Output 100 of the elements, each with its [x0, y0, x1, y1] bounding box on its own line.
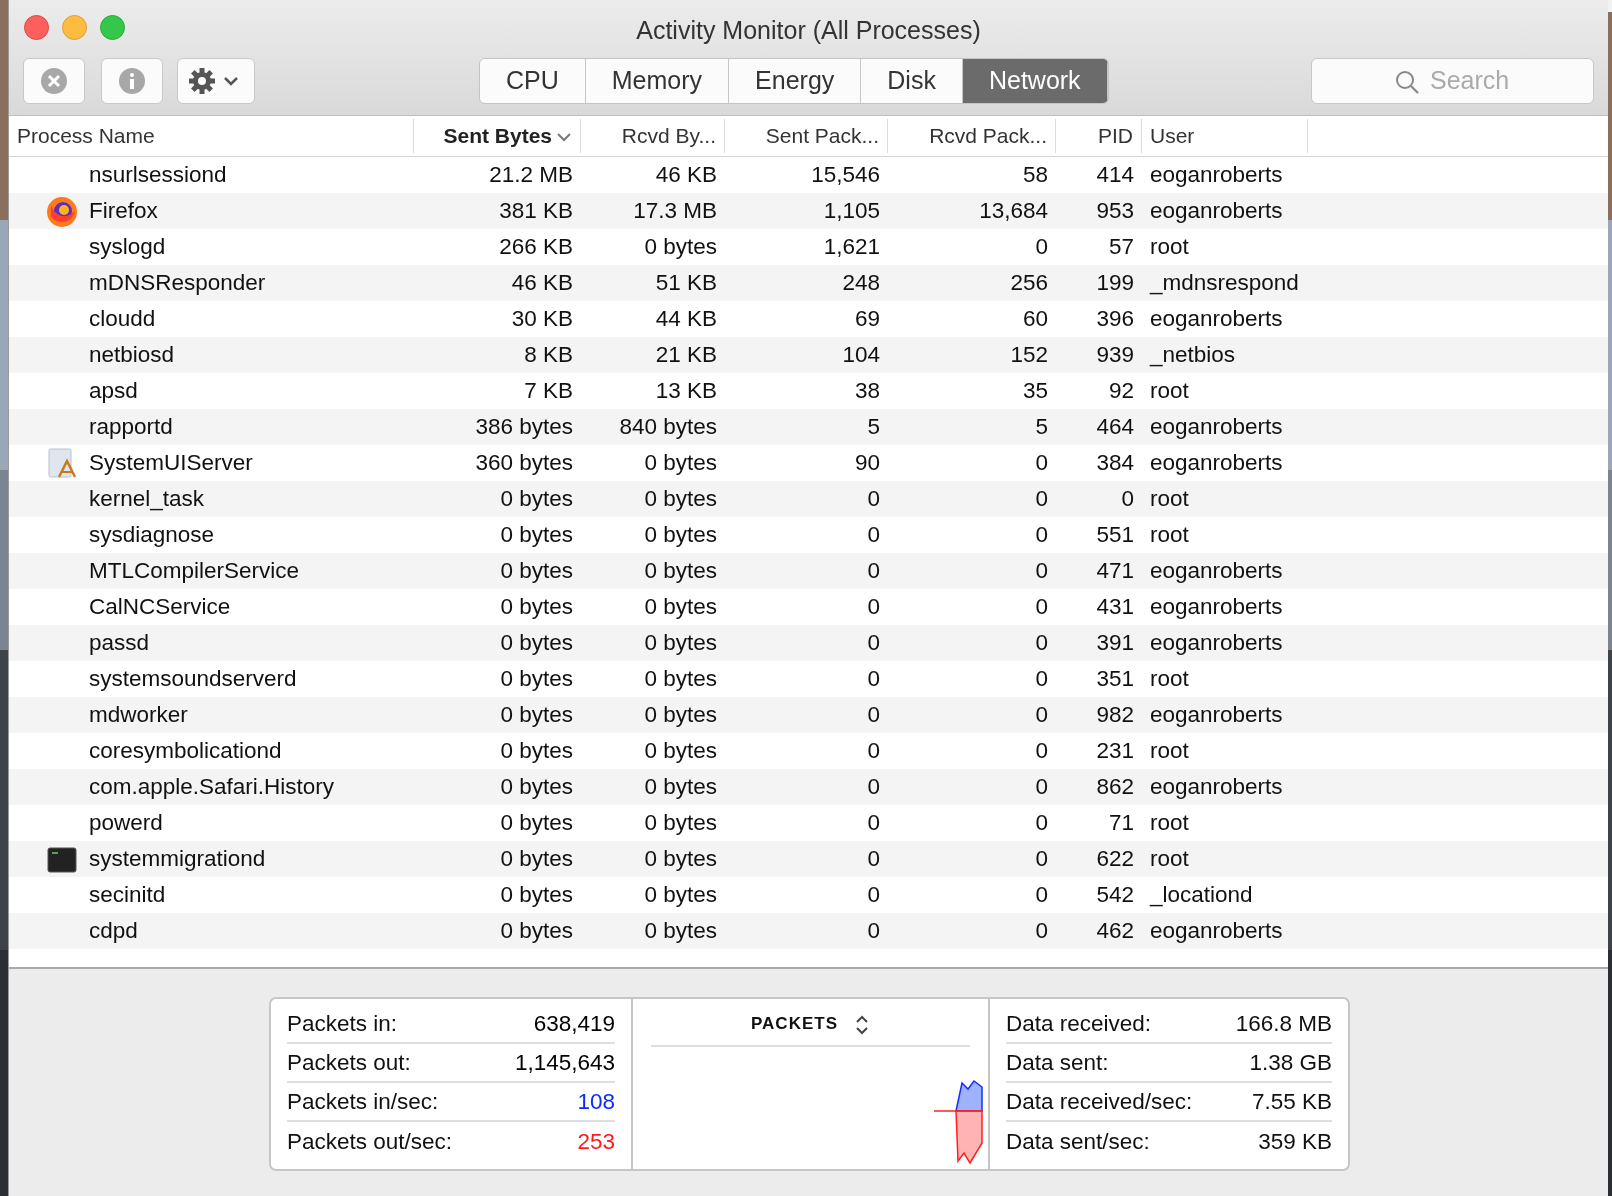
column-header[interactable]: PID	[1056, 119, 1142, 153]
table-cell-text: eoganroberts	[1149, 197, 1284, 226]
graph-title[interactable]: PACKETS	[751, 1014, 838, 1033]
close-button[interactable]	[24, 15, 49, 40]
table-cell-text: 44 KB	[654, 305, 718, 334]
table-cell-text: eoganroberts	[1149, 413, 1284, 442]
process-name[interactable]: nsurlsessiond	[89, 158, 227, 192]
process-name[interactable]: powerd	[89, 806, 163, 840]
stat-label: Data sent/sec:	[1006, 1127, 1150, 1156]
process-name[interactable]: syslogd	[89, 230, 166, 264]
process-name[interactable]: coresymbolicationd	[89, 734, 282, 768]
process-name[interactable]: systemsoundserverd	[89, 662, 297, 696]
column-header[interactable]: Sent Pack...	[725, 119, 888, 153]
table-cell-text: 0	[1034, 773, 1049, 802]
table-cell-text: 0	[866, 521, 881, 550]
table-cell-text: 0	[1034, 557, 1049, 586]
table-cell-text: 0 bytes	[499, 593, 574, 622]
column-header[interactable]: Rcvd By...	[581, 119, 725, 153]
process-name[interactable]: secinitd	[89, 878, 166, 912]
table-cell-text: 396	[1095, 305, 1135, 334]
process-name[interactable]: passd	[89, 626, 150, 660]
process-name[interactable]: mdworker	[89, 698, 188, 732]
column-header[interactable]: Process Name	[9, 119, 414, 153]
tab[interactable]: Network	[962, 58, 1108, 103]
zoom-button[interactable]	[100, 15, 125, 40]
tab[interactable]: Memory	[585, 58, 730, 103]
table-cell-text: 0 bytes	[643, 593, 718, 622]
table-cell-text: 0	[1034, 737, 1049, 766]
process-name[interactable]: sysdiagnose	[89, 518, 215, 552]
table-cell-text: 386 bytes	[474, 413, 574, 442]
table-cell-text: 0 bytes	[499, 701, 574, 730]
process-name[interactable]: SystemUIServer	[89, 446, 253, 480]
table-cell-text: 71	[1107, 809, 1135, 838]
table-cell-text: 46 KB	[510, 269, 574, 298]
table-cell-text: 0	[866, 881, 881, 910]
table-cell-text: 1,105	[822, 197, 881, 226]
stat-value: 1,145,643	[514, 1048, 615, 1077]
table-cell-text: 622	[1095, 845, 1135, 874]
app-icon	[45, 446, 79, 480]
process-name[interactable]: kernel_task	[89, 482, 205, 516]
table-cell-text: 431	[1095, 593, 1135, 622]
table-cell-text: root	[1149, 233, 1190, 262]
table-cell-text: 360 bytes	[474, 449, 574, 478]
stat-value: 108	[577, 1087, 615, 1116]
table-cell-text: 0	[866, 773, 881, 802]
table-cell-text: 0 bytes	[643, 485, 718, 514]
process-name[interactable]: Firefox	[89, 194, 158, 228]
tab[interactable]: CPU	[480, 58, 586, 103]
table-cell-text: 0 bytes	[643, 449, 718, 478]
table-cell-text: 0 bytes	[643, 917, 718, 946]
table-cell-text: 462	[1095, 917, 1135, 946]
table-cell-text: 0 bytes	[643, 809, 718, 838]
search-field[interactable]: Search	[1312, 58, 1593, 103]
process-name[interactable]: rapportd	[89, 410, 173, 444]
column-header[interactable]: Sent Bytes	[414, 119, 581, 153]
table-cell-text: eoganroberts	[1149, 701, 1284, 730]
process-name[interactable]: MTLCompilerService	[89, 554, 300, 588]
table-cell-text: eoganroberts	[1149, 917, 1284, 946]
table-cell-text: _mdnsrespond	[1148, 269, 1300, 298]
process-name[interactable]: com.apple.Safari.History	[89, 770, 335, 804]
table-cell-text: 17.3 MB	[632, 197, 718, 226]
process-name[interactable]: apsd	[89, 374, 138, 408]
process-name[interactable]: netbiosd	[89, 338, 175, 372]
table-cell-text: 0	[866, 809, 881, 838]
table-cell-text: root	[1149, 809, 1190, 838]
process-name[interactable]: cloudd	[89, 302, 156, 336]
table-cell-text: root	[1149, 377, 1190, 406]
minimize-button[interactable]	[62, 15, 87, 40]
table-cell-text: 0	[866, 665, 881, 694]
table-cell-text: 7 KB	[523, 377, 574, 406]
table-cell-text: eoganroberts	[1149, 305, 1284, 334]
tab[interactable]: Energy	[729, 58, 862, 103]
table-cell-text: 0	[1034, 593, 1049, 622]
column-header[interactable]: Rcvd Pack...	[888, 119, 1056, 153]
stat-value: 253	[577, 1127, 615, 1156]
table-cell-text: 471	[1095, 557, 1135, 586]
process-name[interactable]: systemmigrationd	[89, 842, 266, 876]
gear-button[interactable]	[177, 57, 255, 104]
process-name[interactable]: cdpd	[89, 914, 138, 948]
table-cell-text: 60	[1021, 305, 1049, 334]
info-button[interactable]	[101, 57, 163, 104]
table-cell-text: 0 bytes	[499, 737, 574, 766]
table-cell-text: 351	[1095, 665, 1135, 694]
table-cell-text: 0	[866, 701, 881, 730]
table-cell-text: 0	[1034, 449, 1049, 478]
table-cell-text: 0 bytes	[643, 881, 718, 910]
table-cell-text: 0	[1034, 665, 1049, 694]
table-cell-text: 51 KB	[654, 269, 718, 298]
table-cell-text: 21 KB	[654, 341, 718, 370]
stat-value: 166.8 MB	[1235, 1009, 1332, 1038]
stop-button[interactable]	[23, 57, 85, 104]
table-cell-text: eoganroberts	[1149, 449, 1284, 478]
table-cell-text: 0 bytes	[499, 809, 574, 838]
table-cell-text: root	[1149, 485, 1190, 514]
table-cell-text: 0 bytes	[643, 701, 718, 730]
tab[interactable]: Disk	[861, 58, 963, 103]
process-name[interactable]: CalNCService	[89, 590, 231, 624]
sort-icon	[854, 1013, 870, 1036]
process-name[interactable]: mDNSResponder	[89, 266, 266, 300]
column-header[interactable]: User	[1142, 119, 1308, 153]
